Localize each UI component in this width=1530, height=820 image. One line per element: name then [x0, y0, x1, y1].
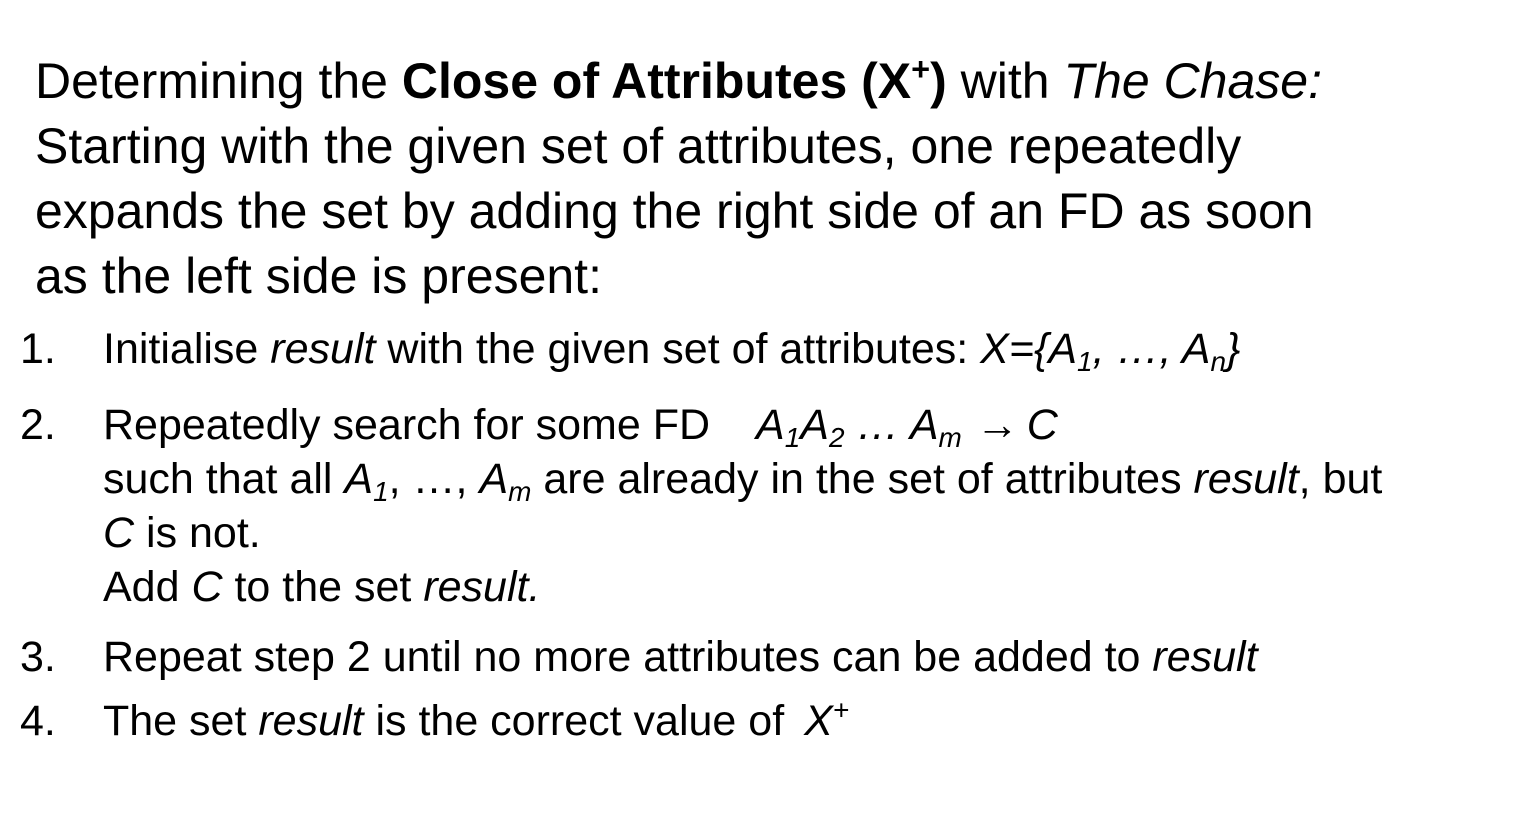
intro-chase-term: The Chase:: [1063, 53, 1322, 109]
step-body: The set result is the correct value of X…: [103, 694, 850, 745]
step-number: 3.: [20, 633, 56, 681]
intro-line-2: Starting with the given set of attribute…: [35, 118, 1242, 174]
intro-line-4: as the left side is present:: [35, 248, 602, 304]
step-body: Repeatedly search for some FD A1A2 … Am → C…: [103, 398, 1382, 614]
intro-line-3: expands the set by adding the right side…: [35, 183, 1314, 239]
closure-symbol: X+: [804, 694, 850, 745]
intro-line-1: Determining the Close of Attributes (X+)…: [35, 51, 1322, 109]
attribute-set-expr: X={A1, …, An}: [980, 325, 1241, 377]
step-number: 1.: [20, 325, 56, 373]
step-body: Repeat step 2 until no more attributes c…: [103, 633, 1258, 681]
intro-paragraph: Determining the Close of Attributes (X+)…: [35, 49, 1515, 309]
step-body: Initialise result with the given set of …: [103, 325, 1241, 377]
intro-bold-term: Close of Attributes (X+): [401, 51, 947, 109]
arrow-icon: →: [975, 401, 1019, 449]
fd-expression: A1A2 … Am → C: [756, 401, 1058, 453]
step-number: 4.: [20, 697, 56, 745]
step-number: 2.: [20, 401, 56, 449]
